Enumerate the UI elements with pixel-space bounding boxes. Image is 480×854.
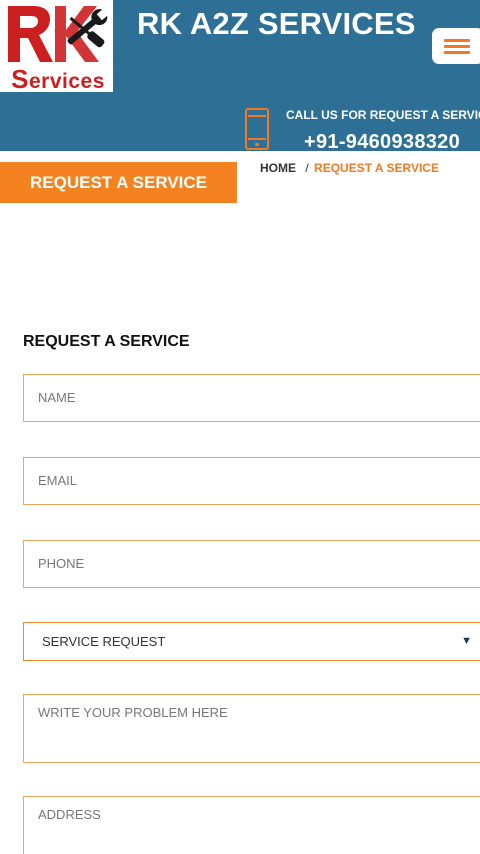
site-logo[interactable]: Services [0, 0, 113, 92]
phone-input[interactable]: PHONE [23, 540, 480, 588]
phone-placeholder: PHONE [38, 556, 85, 571]
name-input[interactable]: NAME [23, 374, 480, 422]
hamburger-icon-bar [444, 51, 470, 54]
call-number-link[interactable]: +91-9460938320 [304, 131, 460, 154]
address-textarea[interactable]: ADDRESS [23, 796, 480, 854]
breadcrumb-separator: / [305, 161, 309, 175]
dropdown-arrow-icon: ▼ [461, 635, 472, 647]
hamburger-icon-bar [444, 45, 470, 48]
breadcrumb: HOME / REQUEST A SERVICE [260, 161, 439, 175]
email-placeholder: EMAIL [38, 473, 78, 488]
hamburger-menu-button[interactable] [432, 28, 480, 64]
form-title: REQUEST A SERVICE [23, 333, 190, 350]
call-us-label: CALL US FOR REQUEST A SERVICE! [286, 108, 480, 122]
address-placeholder: ADDRESS [38, 807, 101, 822]
problem-placeholder: WRITE YOUR PROBLEM HERE [38, 705, 228, 720]
site-header: Services RK A2Z SERVICES CALL US FOR REQ… [0, 0, 480, 154]
service-select-value: SERVICE REQUEST [42, 634, 166, 649]
email-input[interactable]: EMAIL [23, 457, 480, 505]
site-title[interactable]: RK A2Z SERVICES [137, 6, 416, 42]
breadcrumb-home-link[interactable]: HOME [260, 161, 296, 175]
logo-wordmark: Services [11, 64, 105, 92]
service-request-select[interactable]: SERVICE REQUEST ▼ [23, 622, 480, 661]
breadcrumb-current: REQUEST A SERVICE [314, 161, 439, 175]
hamburger-icon-bar [444, 39, 470, 42]
problem-textarea[interactable]: WRITE YOUR PROBLEM HERE [23, 694, 480, 763]
name-placeholder: NAME [38, 390, 76, 405]
mobile-phone-icon [245, 108, 269, 150]
page-title-banner: REQUEST A SERVICE [0, 162, 237, 203]
